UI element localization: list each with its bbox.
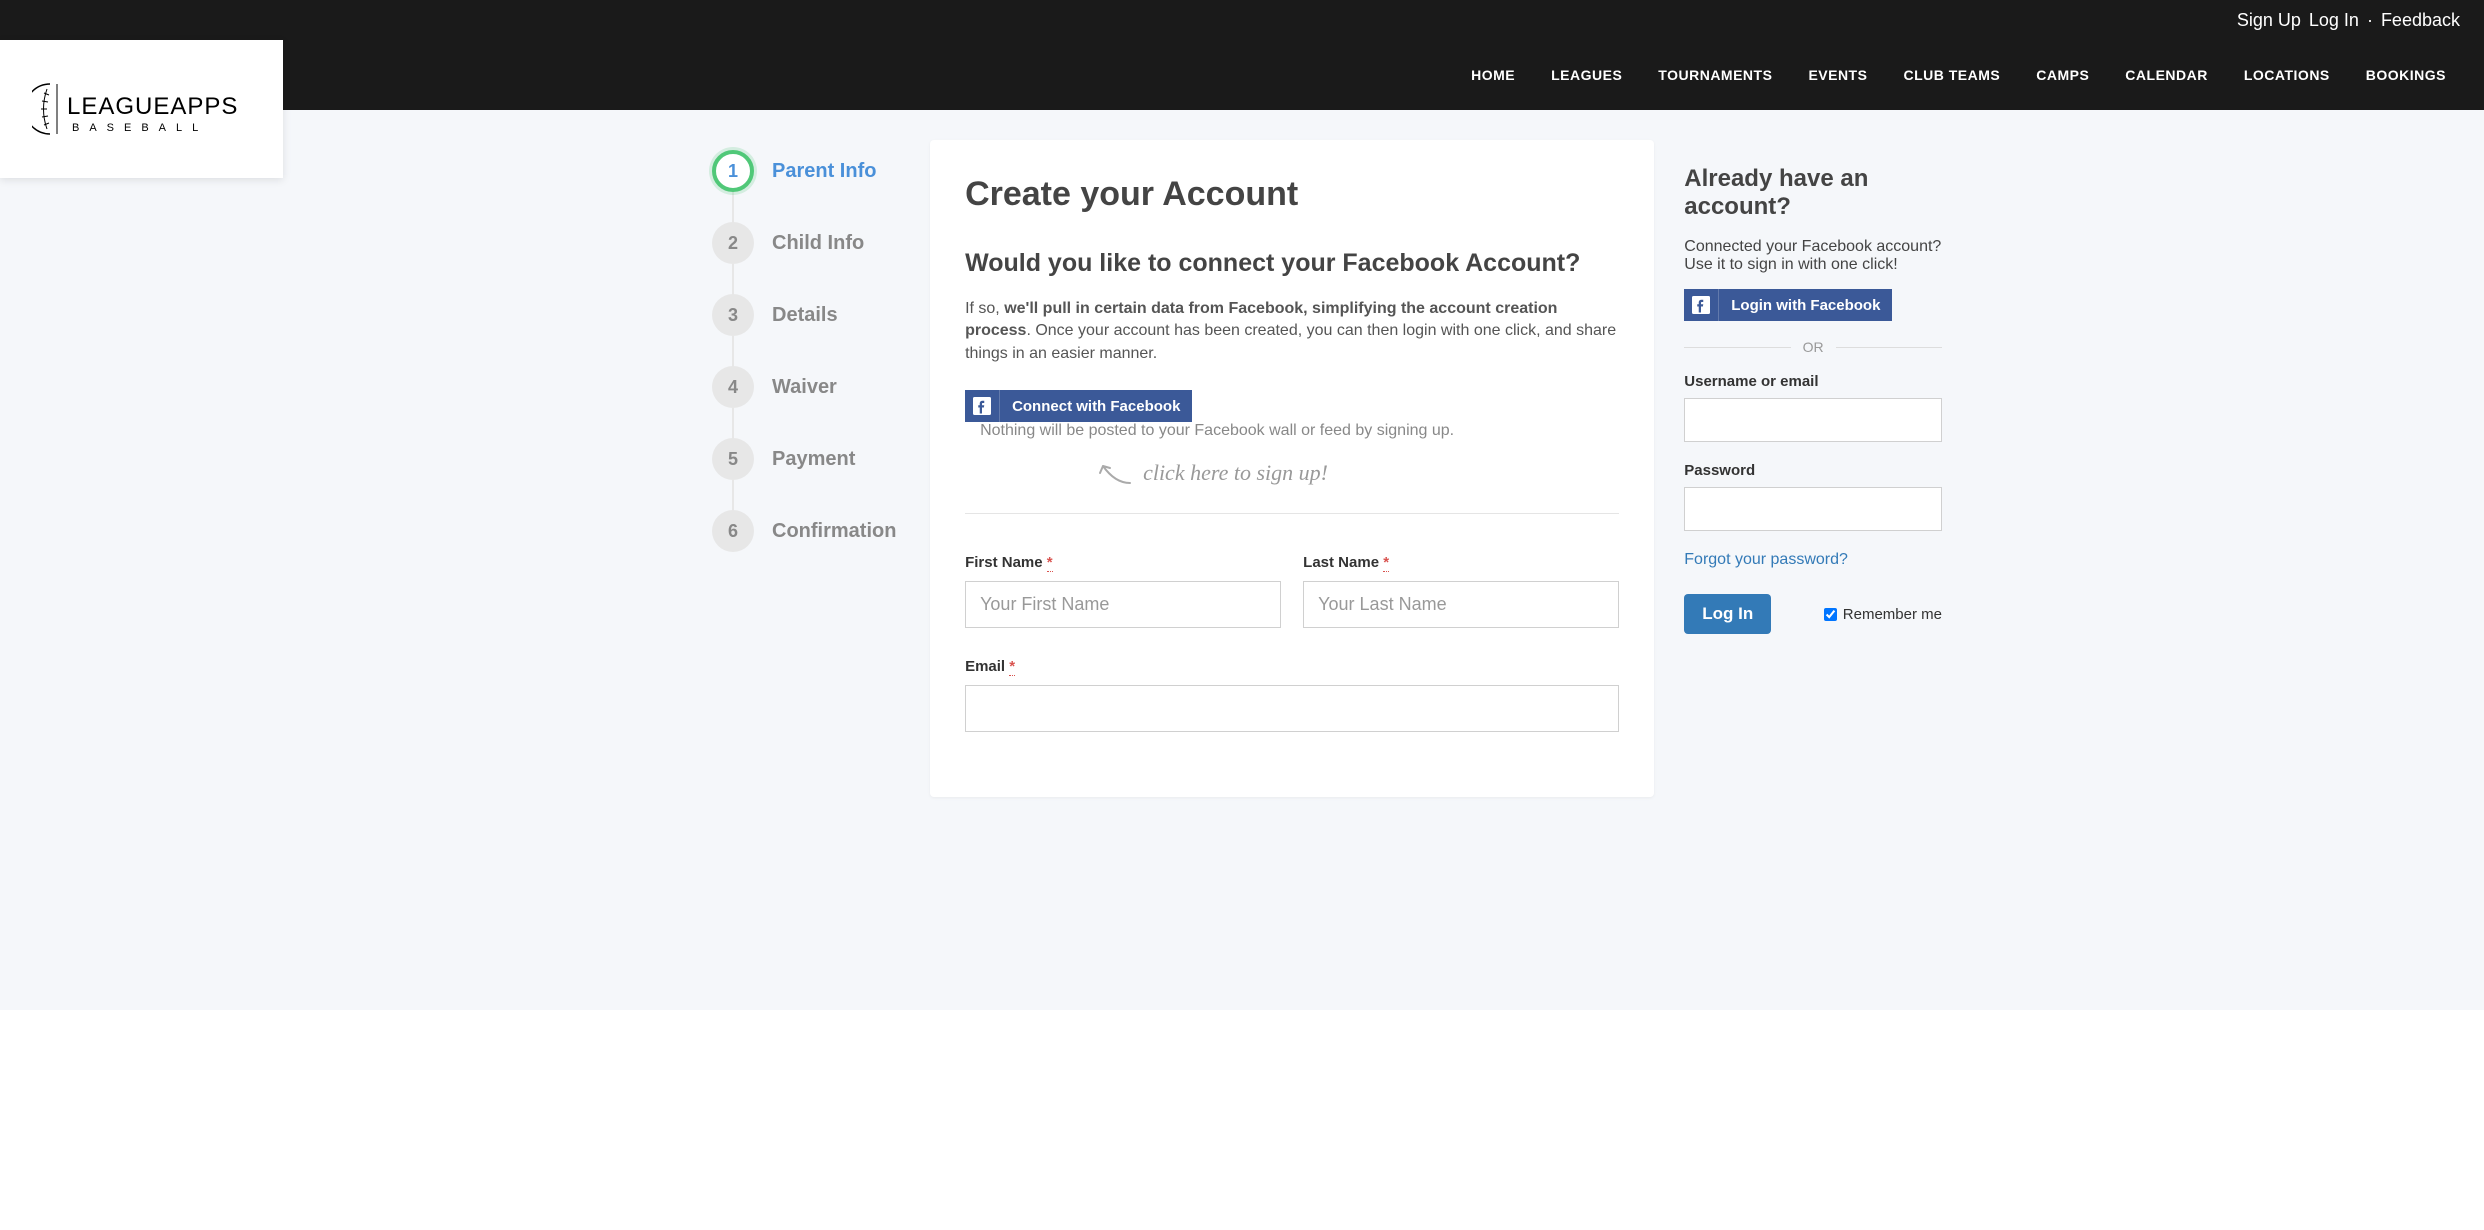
step-label: Payment — [772, 448, 855, 471]
step-details[interactable]: 3 Details — [712, 294, 930, 336]
step-number: 5 — [712, 438, 754, 480]
facebook-icon — [965, 390, 1000, 422]
top-bar: Sign Up Log In · Feedback — [0, 0, 2484, 40]
step-label: Waiver — [772, 376, 837, 399]
remember-me-label[interactable]: Remember me — [1824, 606, 1942, 623]
feedback-link[interactable]: Feedback — [2381, 10, 2460, 31]
nav-tournaments[interactable]: TOURNAMENTS — [1658, 67, 1772, 83]
page-title: Create your Account — [965, 175, 1619, 214]
arrow-icon — [1095, 458, 1135, 488]
progress-steps: 1 Parent Info 2 Child Info 3 Details 4 W… — [712, 140, 930, 797]
step-label: Confirmation — [772, 520, 896, 543]
step-payment[interactable]: 5 Payment — [712, 438, 930, 480]
step-number: 1 — [712, 150, 754, 192]
leagueapps-logo-icon: LEAGUEAPPS BASEBALL — [32, 79, 252, 139]
login-sidebar: Already have an account? Connected your … — [1684, 140, 1942, 797]
facebook-login-text: Connected your Facebook account? Use it … — [1684, 238, 1942, 274]
login-heading: Already have an account? — [1684, 165, 1942, 220]
nav-locations[interactable]: LOCATIONS — [2244, 67, 2330, 83]
step-label: Parent Info — [772, 160, 876, 183]
forgot-password-link[interactable]: Forgot your password? — [1684, 551, 1848, 569]
step-child-info[interactable]: 2 Child Info — [712, 222, 930, 264]
password-label: Password — [1684, 462, 1942, 479]
first-name-label: First Name * — [965, 554, 1281, 571]
facebook-description: If so, we'll pull in certain data from F… — [965, 298, 1619, 365]
signup-link[interactable]: Sign Up — [2237, 10, 2301, 31]
nav-bar: HOME LEAGUES TOURNAMENTS EVENTS CLUB TEA… — [0, 40, 2484, 110]
signup-form-card: Create your Account Would you like to co… — [930, 140, 1654, 797]
facebook-note: Nothing will be posted to your Facebook … — [980, 422, 1454, 440]
password-input[interactable] — [1684, 487, 1942, 531]
login-button[interactable]: Log In — [1684, 594, 1771, 634]
step-confirmation[interactable]: 6 Confirmation — [712, 510, 930, 552]
content-area: 1 Parent Info 2 Child Info 3 Details 4 W… — [0, 110, 2484, 1010]
login-facebook-label: Login with Facebook — [1719, 290, 1892, 321]
step-number: 2 — [712, 222, 754, 264]
nav-camps[interactable]: CAMPS — [2036, 67, 2089, 83]
step-number: 4 — [712, 366, 754, 408]
nav-events[interactable]: EVENTS — [1808, 67, 1867, 83]
step-label: Details — [772, 304, 838, 327]
svg-text:LEAGUEAPPS: LEAGUEAPPS — [67, 93, 238, 120]
svg-text:BASEBALL: BASEBALL — [72, 122, 208, 134]
nav-home[interactable]: HOME — [1471, 67, 1515, 83]
step-parent-info[interactable]: 1 Parent Info — [712, 150, 930, 192]
nav-club-teams[interactable]: CLUB TEAMS — [1903, 67, 2000, 83]
logo[interactable]: LEAGUEAPPS BASEBALL — [0, 40, 283, 178]
first-name-input[interactable] — [965, 581, 1281, 628]
email-input[interactable] — [965, 685, 1619, 732]
nav-calendar[interactable]: CALENDAR — [2125, 67, 2208, 83]
last-name-input[interactable] — [1303, 581, 1619, 628]
facebook-heading: Would you like to connect your Facebook … — [965, 249, 1619, 278]
step-label: Child Info — [772, 232, 864, 255]
signup-hint: click here to sign up! — [1095, 458, 1619, 488]
last-name-label: Last Name * — [1303, 554, 1619, 571]
email-label: Email * — [965, 658, 1619, 675]
step-number: 3 — [712, 294, 754, 336]
username-input[interactable] — [1684, 398, 1942, 442]
step-waiver[interactable]: 4 Waiver — [712, 366, 930, 408]
connect-facebook-label: Connect with Facebook — [1000, 391, 1192, 422]
login-link[interactable]: Log In — [2309, 10, 2359, 31]
login-facebook-button[interactable]: Login with Facebook — [1684, 289, 1892, 321]
connect-facebook-button[interactable]: Connect with Facebook — [965, 390, 1192, 422]
nav-bookings[interactable]: BOOKINGS — [2366, 67, 2446, 83]
step-number: 6 — [712, 510, 754, 552]
divider — [965, 513, 1619, 514]
or-divider: OR — [1684, 339, 1942, 355]
remember-me-checkbox[interactable] — [1824, 608, 1837, 621]
nav-leagues[interactable]: LEAGUES — [1551, 67, 1622, 83]
separator: · — [2367, 10, 2373, 31]
username-label: Username or email — [1684, 373, 1942, 390]
facebook-icon — [1684, 289, 1719, 321]
